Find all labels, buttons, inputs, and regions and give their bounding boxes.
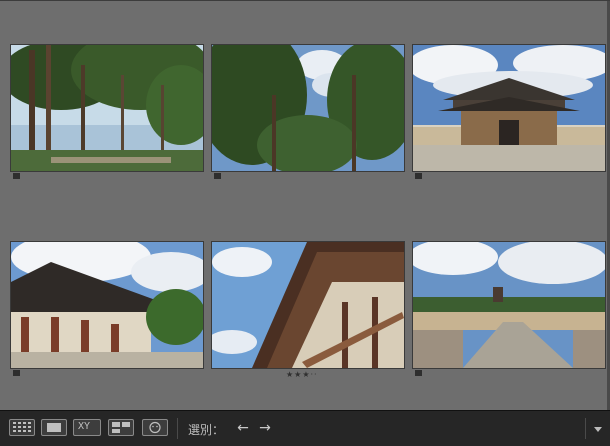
toolbar-separator (585, 418, 586, 439)
survey-icon (112, 422, 130, 433)
flag-icon[interactable] (214, 173, 221, 179)
next-arrow-icon[interactable]: → (257, 420, 273, 436)
select-label: 選別： (188, 423, 225, 437)
loupe-icon (47, 423, 61, 432)
flag-icon[interactable] (415, 370, 422, 376)
flag-icon[interactable] (13, 173, 20, 179)
compare-label: XY (78, 421, 91, 432)
photo-thumbnail-3[interactable] (412, 44, 606, 172)
photo-thumbnail-2[interactable] (211, 44, 405, 172)
photo-thumbnail-4[interactable] (10, 241, 204, 369)
grid-view-area: ★★★·· (0, 0, 610, 411)
survey-view-button[interactable] (108, 419, 134, 436)
photo-thumbnail-6[interactable] (412, 241, 606, 369)
flag-icon[interactable] (13, 370, 20, 376)
face-icon (149, 421, 161, 434)
compare-view-button[interactable]: XY (73, 419, 101, 436)
flag-icon[interactable] (415, 173, 422, 179)
loupe-view-button[interactable] (41, 419, 67, 436)
people-view-button[interactable] (142, 419, 168, 436)
library-toolbar: XY 選別： ← → (0, 410, 610, 446)
grid-icon (13, 422, 31, 432)
previous-arrow-icon[interactable]: ← (235, 420, 251, 436)
toolbar-menu-chevron-icon[interactable] (594, 427, 602, 432)
grid-view-button[interactable] (9, 419, 35, 436)
toolbar-separator (177, 418, 178, 439)
star-rating[interactable]: ★★★·· (286, 370, 318, 379)
photo-thumbnail-1[interactable] (10, 44, 204, 172)
photo-thumbnail-5[interactable] (211, 241, 405, 369)
